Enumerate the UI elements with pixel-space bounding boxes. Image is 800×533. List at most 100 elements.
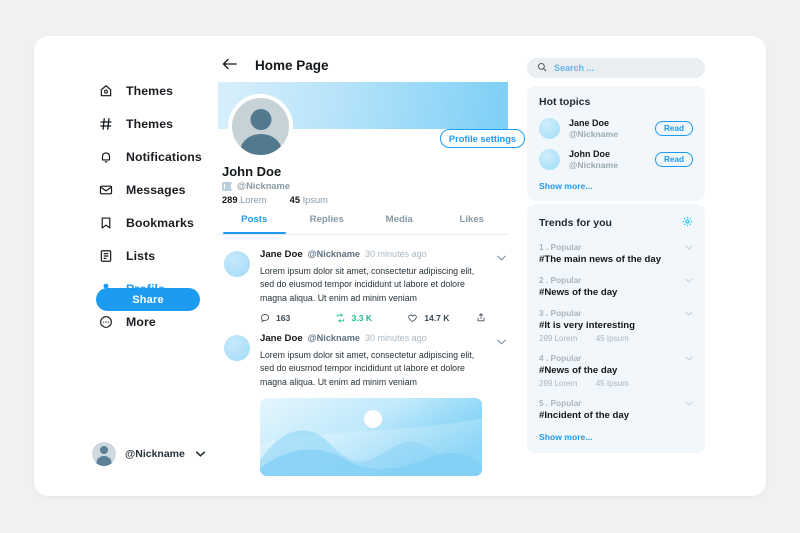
stat-value: 45	[595, 334, 605, 343]
tab-media[interactable]: Media	[363, 214, 436, 234]
search-input[interactable]	[554, 63, 674, 73]
chevron-down-icon[interactable]	[195, 449, 205, 459]
chevron-down-icon[interactable]	[685, 399, 693, 408]
stat-value: 289	[539, 334, 553, 343]
stat-label: Ipsum	[302, 195, 328, 205]
trends-panel: Trends for you 1 . Popular #The main new…	[527, 204, 705, 453]
trend-stats: 289 Lorem 45 Ipsum	[539, 334, 679, 343]
sidebar-item-label: Themes	[126, 116, 174, 131]
hot-topic-name: John Doe	[569, 149, 611, 159]
avatar[interactable]	[224, 335, 250, 362]
app-window: Themes Themes Notifications Messages Boo…	[34, 36, 766, 496]
trend-item[interactable]: 5 . Popular #Incident of the day	[539, 398, 693, 421]
sidebar-item-notifications[interactable]: Notifications	[96, 140, 221, 173]
like-action[interactable]: 14.7 K	[407, 313, 476, 323]
trend-item[interactable]: 2 . Popular #News of the day	[539, 275, 693, 298]
post-author-name: Jane Doe	[260, 333, 303, 345]
post-author-name: Jane Doe	[260, 249, 303, 260]
trends-title: Trends for you	[539, 217, 612, 229]
chevron-down-icon[interactable]	[685, 354, 693, 363]
chevron-down-icon[interactable]	[497, 253, 506, 263]
tab-replies[interactable]: Replies	[291, 214, 364, 234]
avatar[interactable]	[539, 118, 560, 139]
post-author-handle: @Nickname	[307, 333, 361, 344]
hot-topics-show-more[interactable]: Show more...	[539, 181, 693, 191]
bell-icon	[96, 147, 115, 166]
post-text: Lorem ipsum dolor sit amet, consectetur …	[260, 350, 475, 387]
share-icon	[477, 313, 485, 322]
home-icon	[96, 81, 115, 100]
sidebar-item-label: More	[126, 314, 156, 329]
trends-show-more[interactable]: Show more...	[539, 432, 693, 442]
left-sidebar: Themes Themes Notifications Messages Boo…	[34, 36, 214, 496]
sidebar-item-themes-home[interactable]: Themes	[96, 74, 221, 107]
trend-tag: #News of the day	[539, 287, 618, 298]
share-button[interactable]: Share	[96, 288, 200, 311]
gear-icon[interactable]	[682, 214, 693, 232]
trends-header: Trends for you	[539, 214, 693, 232]
sidebar-item-label: Themes	[126, 83, 174, 98]
profile-tabs: Posts Replies Media Likes	[218, 214, 508, 235]
sidebar-item-messages[interactable]: Messages	[96, 173, 221, 206]
hot-topic-row: John Doe @Nickname Read	[539, 149, 693, 170]
post-body: Jane Doe @Nickname 30 minutes ago Lorem …	[260, 249, 508, 323]
chevron-down-icon[interactable]	[497, 337, 506, 347]
hot-topic-row: Jane Doe @Nickname Read	[539, 118, 693, 139]
stat-value: 289	[539, 379, 553, 388]
chevron-down-icon[interactable]	[685, 243, 693, 252]
comment-action[interactable]: 163	[260, 313, 335, 323]
page-title: Home Page	[255, 58, 329, 73]
more-circle-icon	[96, 312, 115, 331]
stat-label: Lorem	[554, 334, 578, 343]
heart-icon	[408, 314, 417, 322]
post-attached-image[interactable]	[260, 398, 482, 477]
profile-settings-button[interactable]: Profile settings	[440, 129, 525, 148]
hot-topic-meta: Jane Doe @Nickname	[569, 118, 655, 139]
hot-topics-title: Hot topics	[539, 96, 591, 108]
sidebar-item-lists[interactable]: Lists	[96, 239, 221, 272]
trend-tag: #News of the day	[539, 365, 618, 376]
center-column: Home Page Profile settings John Doe @Nic…	[214, 36, 525, 496]
bookmark-icon	[96, 213, 115, 232]
profile-name: John Doe	[222, 164, 282, 179]
current-user-handle: @Nickname	[125, 448, 185, 460]
trend-rank: 4 . Popular	[539, 353, 582, 363]
sidebar-item-label: Notifications	[126, 149, 202, 164]
right-sidebar: Hot topics Jane Doe @Nickname Read John …	[524, 36, 766, 496]
sidebar-item-label: Lists	[126, 248, 156, 263]
hot-topic-name: Jane Doe	[569, 118, 610, 128]
post-item: Jane Doe @Nickname 30 minutes ago Lorem …	[218, 323, 510, 477]
tab-posts[interactable]: Posts	[218, 214, 291, 234]
hash-icon	[96, 114, 115, 133]
sidebar-item-themes-hash[interactable]: Themes	[96, 107, 221, 140]
trend-stats: 289 Lorem 45 Ipsum	[539, 379, 679, 388]
profile-stats: 289 Lorem 45 Ipsum	[222, 195, 328, 205]
stat-label: Ipsum	[606, 379, 629, 388]
current-user-chip[interactable]: @Nickname	[92, 442, 205, 466]
trend-item[interactable]: 4 . Popular #News of the day 289 Lorem 4…	[539, 353, 693, 388]
retweet-action[interactable]: 3.3 K	[335, 313, 408, 323]
hot-topic-handle: @Nickname	[569, 160, 618, 170]
avatar[interactable]	[539, 149, 560, 170]
comment-icon	[260, 313, 270, 323]
post-timestamp: 30 minutes ago	[365, 249, 427, 259]
read-button[interactable]: Read	[655, 121, 693, 136]
envelope-icon	[96, 180, 115, 199]
arrow-left-icon[interactable]	[222, 58, 237, 73]
hot-topics-panel: Hot topics Jane Doe @Nickname Read John …	[527, 86, 705, 201]
trend-item[interactable]: 1 . Popular #The main news of the day	[539, 242, 693, 265]
trend-item[interactable]: 3 . Popular #It is very interesting 289 …	[539, 308, 693, 343]
trend-rank: 2 . Popular	[539, 275, 582, 285]
tab-likes[interactable]: Likes	[436, 214, 509, 234]
read-button[interactable]: Read	[655, 152, 693, 167]
share-action[interactable]	[476, 312, 486, 323]
chevron-down-icon[interactable]	[685, 309, 693, 318]
avatar[interactable]	[224, 251, 250, 277]
sidebar-item-bookmarks[interactable]: Bookmarks	[96, 206, 221, 239]
page-header: Home Page	[214, 36, 524, 73]
stat-value: 289	[222, 195, 238, 205]
retweet-count: 3.3 K	[351, 312, 373, 323]
profile-avatar[interactable]	[228, 94, 293, 159]
chevron-down-icon[interactable]	[685, 276, 693, 285]
search-bar[interactable]	[527, 58, 705, 78]
